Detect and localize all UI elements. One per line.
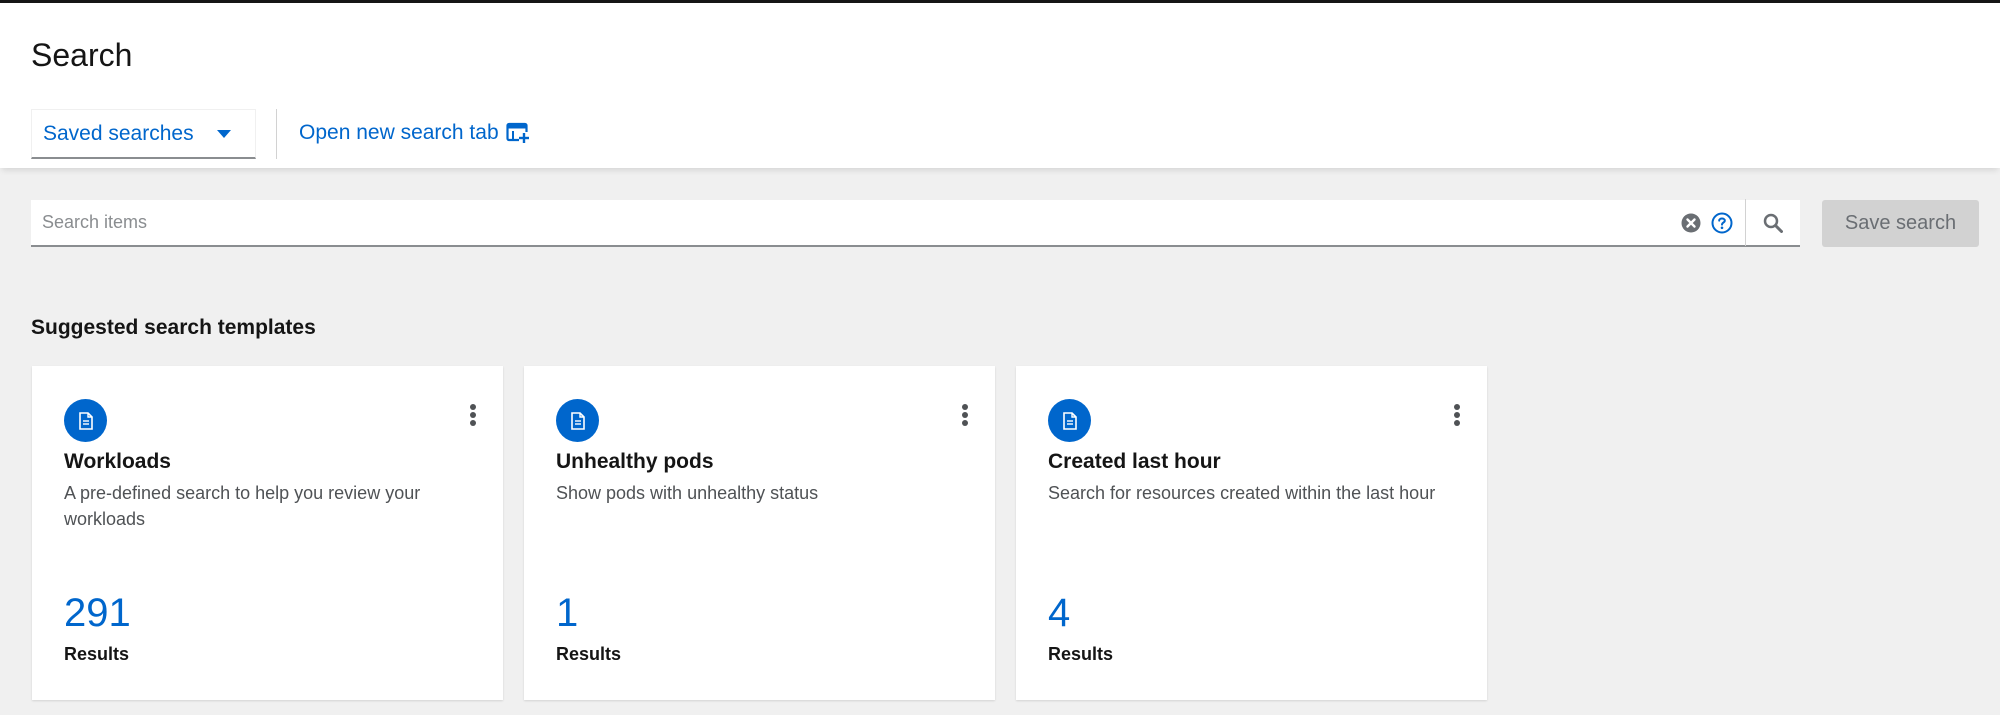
page-header: Search Saved searches Open new search ta…: [0, 3, 2000, 168]
card-description: Show pods with unhealthy status: [556, 483, 819, 503]
search-bar: [31, 199, 1800, 247]
open-new-search-tab-label: Open new search tab: [299, 121, 499, 144]
search-button[interactable]: [1745, 199, 1800, 246]
saved-searches-dropdown[interactable]: Saved searches: [31, 109, 256, 159]
toolbar-divider: [276, 109, 277, 159]
search-input[interactable]: [31, 200, 1680, 245]
save-search-button[interactable]: Save search: [1822, 200, 1979, 247]
template-card-workloads[interactable]: Workloads A pre-defined search to help y…: [32, 366, 503, 700]
page-title: Search: [31, 37, 133, 73]
card-result-count[interactable]: 4: [1048, 591, 1070, 636]
kebab-menu-icon[interactable]: [1447, 402, 1467, 428]
card-results-label: Results: [1048, 644, 1114, 664]
template-card-unhealthy-pods[interactable]: Unhealthy pods Show pods with unhealthy …: [524, 366, 995, 700]
card-title: Unhealthy pods: [556, 450, 714, 473]
document-icon: [64, 399, 107, 442]
kebab-menu-icon[interactable]: [463, 402, 483, 428]
kebab-menu-icon[interactable]: [955, 402, 975, 428]
card-results-label: Results: [64, 644, 130, 664]
card-description: Search for resources created within the …: [1048, 483, 1436, 503]
document-icon: [556, 399, 599, 442]
open-new-search-tab-link[interactable]: Open new search tab: [299, 121, 530, 145]
saved-searches-label: Saved searches: [43, 121, 194, 145]
document-icon: [1048, 399, 1091, 442]
card-description: A pre-defined search to help you review …: [64, 483, 421, 529]
open-new-tab-icon: [506, 122, 530, 144]
card-title: Workloads: [64, 450, 171, 473]
card-results-label: Results: [556, 644, 622, 664]
card-result-count[interactable]: 291: [64, 591, 131, 636]
card-title: Created last hour: [1048, 450, 1221, 473]
clear-icon[interactable]: [1680, 212, 1702, 234]
help-icon[interactable]: [1711, 212, 1733, 234]
search-icon: [1763, 213, 1783, 233]
caret-down-icon: [217, 130, 231, 138]
suggested-templates-title: Suggested search templates: [31, 316, 316, 339]
card-result-count[interactable]: 1: [556, 591, 578, 636]
template-card-created-last-hour[interactable]: Created last hour Search for resources c…: [1016, 366, 1487, 700]
